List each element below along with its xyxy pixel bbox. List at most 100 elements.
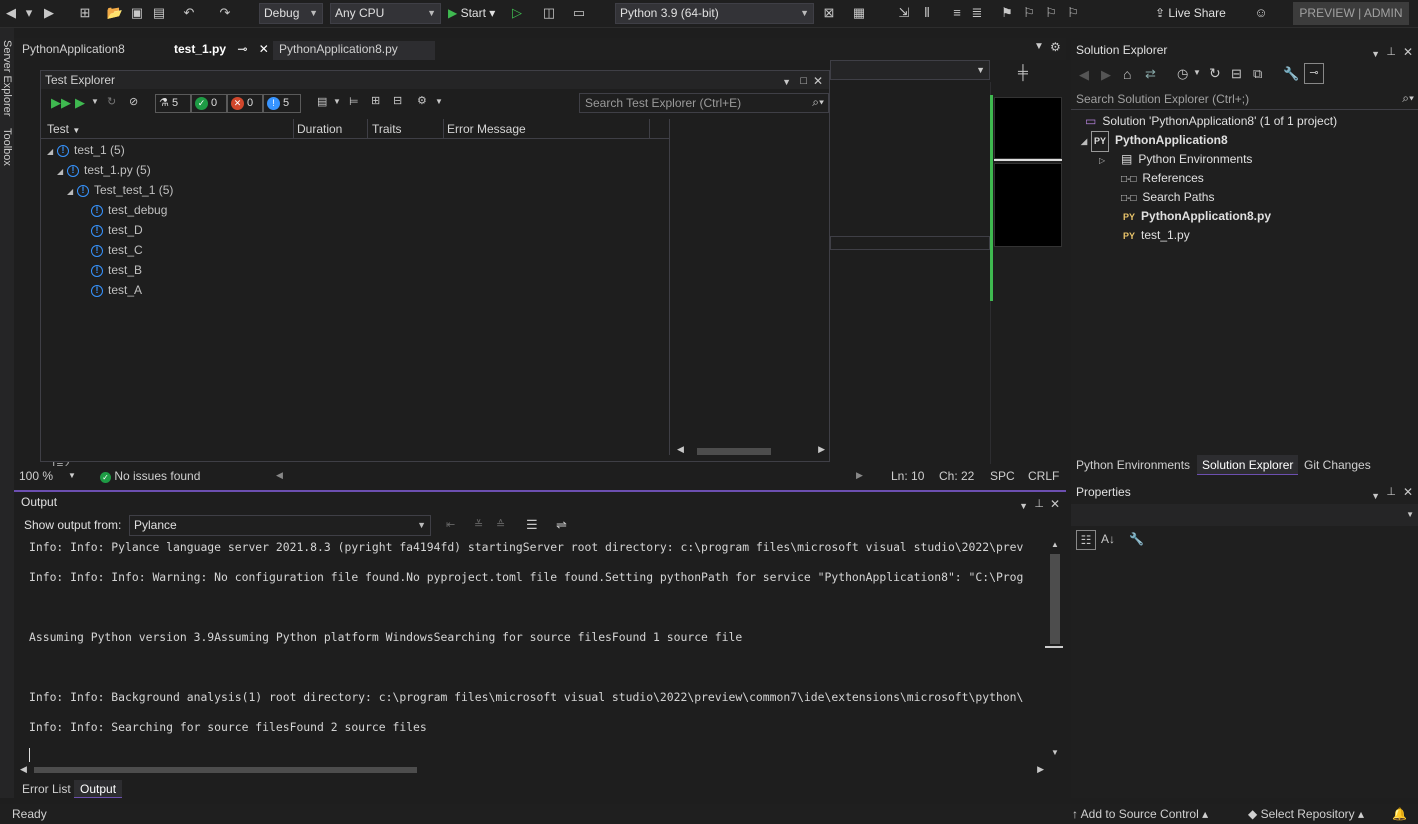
tab-output[interactable]: Output <box>74 780 123 798</box>
solution-search-input[interactable]: Search Solution Explorer (Ctrl+;) ⌕▾ <box>1071 90 1418 110</box>
open-folder-icon[interactable]: 📂 <box>106 4 124 22</box>
categorized-icon[interactable]: ☷ <box>1076 530 1096 550</box>
prev-message-icon[interactable]: ≚ <box>474 518 483 531</box>
column-error-message[interactable]: Error Message <box>447 122 526 136</box>
tree-node-test-1[interactable]: ◢! test_1 (5) <box>47 140 125 160</box>
show-all-files-icon[interactable]: ⧉ <box>1253 66 1262 82</box>
browser-icon[interactable]: ◫ <box>540 4 558 22</box>
references-node[interactable]: □-□ References <box>1121 169 1204 188</box>
file-node-test-1-py[interactable]: PY test_1.py <box>1123 226 1190 245</box>
scroll-down-icon[interactable]: ▼ <box>1051 748 1059 757</box>
column-indicator[interactable]: Ch: 22 <box>939 469 974 483</box>
zoom-dropdown-icon[interactable]: ▼ <box>68 471 76 480</box>
scroll-right-icon[interactable]: ▶ <box>1037 764 1044 775</box>
output-source-select[interactable]: Pylance ▼ <box>129 515 431 536</box>
column-test[interactable]: Test ▼ <box>47 122 80 136</box>
history-icon[interactable]: ◷ <box>1177 66 1188 82</box>
scroll-left-icon[interactable]: ◀ <box>677 444 684 455</box>
close-icon[interactable]: ✕ <box>813 72 823 90</box>
scroll-left-icon[interactable]: ◀ <box>276 470 283 481</box>
config-select[interactable]: Debug ▼ <box>259 3 323 24</box>
tab-pythonapplication8[interactable]: PythonApplication8 <box>22 41 125 60</box>
scroll-left-icon[interactable]: ◀ <box>20 764 27 775</box>
window-menu-icon[interactable]: ▼ <box>1019 496 1028 516</box>
not-run-count[interactable]: ! 5 <box>263 94 301 113</box>
properties-object-select[interactable]: ▼ <box>1071 504 1418 526</box>
close-icon[interactable]: ✕ <box>259 42 269 56</box>
tab-python-environments[interactable]: Python Environments <box>1071 455 1195 475</box>
comment-icon[interactable]: ≡ <box>948 4 966 22</box>
toolbox-tab[interactable]: Toolbox <box>1 128 13 166</box>
window-menu-icon[interactable]: ▼ <box>1371 486 1380 506</box>
playlist-dropdown-icon[interactable]: ▼ <box>333 97 341 106</box>
close-icon[interactable]: ✕ <box>1050 494 1060 514</box>
switch-views-icon[interactable]: ⇄ <box>1145 66 1156 82</box>
minimap[interactable] <box>990 95 1064 465</box>
back-icon[interactable]: ◀ <box>1079 67 1089 83</box>
pin-icon[interactable]: ⊥ <box>1386 42 1396 62</box>
preview-selected-icon[interactable]: ⊸ <box>1304 63 1324 84</box>
expand-all-icon[interactable]: ⊞ <box>371 94 380 107</box>
server-explorer-tab[interactable]: Server Explorer <box>1 40 13 116</box>
next-message-icon[interactable]: ≙ <box>496 518 505 531</box>
dropdown-icon[interactable]: ▾ <box>20 4 38 22</box>
output-horizontal-scrollbar[interactable]: ◀ ▶ <box>20 764 1044 776</box>
tree-node-test-debug[interactable]: ! test_debug <box>91 200 167 220</box>
tree-node-test-c[interactable]: ! test_C <box>91 240 143 260</box>
tree-node-test-class[interactable]: ◢! Test_test_1 (5) <box>67 180 173 200</box>
clear-all-icon[interactable]: ☰ <box>526 517 538 533</box>
project-node[interactable]: ◢ PY PythonApplication8 <box>1081 131 1228 152</box>
cancel-run-icon[interactable]: ⊘ <box>129 95 138 108</box>
window-layout-icon[interactable]: ▦ <box>850 4 868 22</box>
scroll-thumb[interactable] <box>697 448 771 455</box>
python-environments-node[interactable]: ▷ ▤ Python Environments <box>1099 150 1252 169</box>
scroll-thumb[interactable] <box>34 767 417 773</box>
pin-icon[interactable]: ⊥ <box>1034 494 1044 514</box>
close-icon[interactable]: ✕ <box>1403 42 1413 62</box>
tree-node-test-1-py[interactable]: ◢! test_1.py (5) <box>57 160 151 180</box>
save-all-icon[interactable]: ▤ <box>150 4 168 22</box>
step-icon[interactable]: ⇲ <box>895 4 913 22</box>
tab-error-list[interactable]: Error List <box>16 780 77 798</box>
detail-horizontal-scrollbar[interactable]: ◀ ▶ <box>671 443 829 459</box>
alphabetical-icon[interactable]: A↓ <box>1101 532 1115 546</box>
scroll-up-icon[interactable]: ▲ <box>1051 540 1059 549</box>
add-to-source-control-button[interactable]: ↑ Add to Source Control ▴ <box>1072 804 1208 824</box>
property-pages-icon[interactable]: 🔧 <box>1129 532 1144 546</box>
live-share-button[interactable]: ⇪ Live Share <box>1155 6 1226 20</box>
scroll-right-icon[interactable]: ▶ <box>856 470 863 481</box>
tab-git-changes[interactable]: Git Changes <box>1299 455 1376 475</box>
search-paths-node[interactable]: □-□ Search Paths <box>1121 188 1214 207</box>
gift-icon[interactable]: ⊠ <box>820 4 838 22</box>
tab-pythonapplication8-py[interactable]: PythonApplication8.py <box>273 41 435 60</box>
zoom-level[interactable]: 100 % <box>19 469 53 483</box>
solution-node[interactable]: ▭ Solution 'PythonApplication8' (1 of 1 p… <box>1085 112 1337 131</box>
new-item-icon[interactable]: ⊞ <box>76 4 94 22</box>
line-indicator[interactable]: Ln: 10 <box>891 469 924 483</box>
back-icon[interactable]: ◀ <box>2 4 20 22</box>
settings-gear-icon[interactable]: ⚙ <box>1050 40 1061 54</box>
start-button[interactable]: ▶ Start ▾ <box>448 4 495 24</box>
python-env-select[interactable]: Python 3.9 (64-bit) ▼ <box>615 3 814 24</box>
window-menu-icon[interactable]: ▼ <box>782 73 791 91</box>
word-wrap-icon[interactable]: ⇌ <box>556 517 567 533</box>
test-search-input[interactable]: Search Test Explorer (Ctrl+E) ⌕▾ <box>579 93 829 113</box>
split-editor-icon[interactable]: ╪ <box>1018 64 1028 80</box>
platform-select[interactable]: Any CPU ▼ <box>330 3 441 24</box>
bookmark-icon[interactable]: ⚑ <box>998 4 1016 22</box>
tab-solution-explorer[interactable]: Solution Explorer <box>1197 455 1299 475</box>
layout-icon[interactable]: ▭ <box>570 4 588 22</box>
run-all-icon[interactable]: ▶▶ <box>51 95 71 111</box>
column-duration[interactable]: Duration <box>297 122 342 136</box>
select-repository-button[interactable]: ◆ Select Repository ▴ <box>1248 804 1364 824</box>
notifications-icon[interactable]: 🔔 <box>1392 804 1407 824</box>
collapse-all-icon[interactable]: ⊟ <box>393 94 402 107</box>
bookmark-prev-icon[interactable]: ⚐ <box>1020 4 1038 22</box>
repeat-icon[interactable]: ↻ <box>107 95 116 108</box>
maximize-icon[interactable]: □ <box>800 72 807 90</box>
save-icon[interactable]: ▣ <box>128 4 146 22</box>
forward-icon[interactable]: ▶ <box>1101 67 1111 83</box>
column-traits[interactable]: Traits <box>372 122 402 136</box>
pin-icon[interactable]: ⊸ <box>237 42 247 56</box>
undo-icon[interactable]: ↶ <box>180 4 198 22</box>
